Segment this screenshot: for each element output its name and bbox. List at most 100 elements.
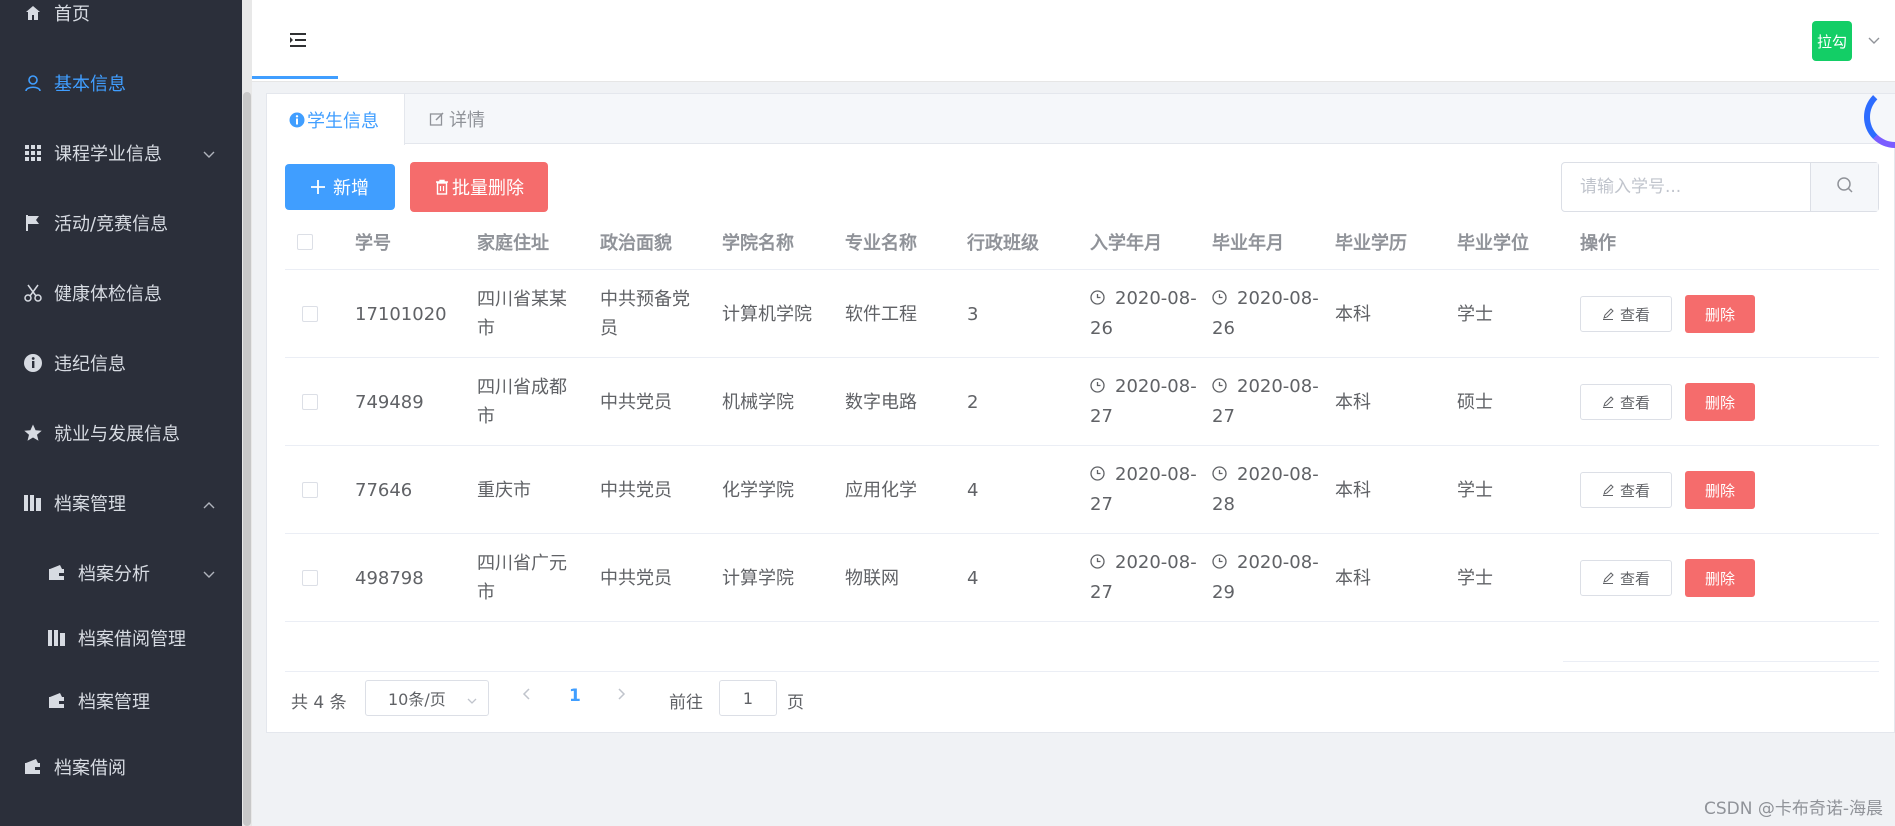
cell-student-id: 749489: [355, 391, 424, 413]
sidebar-item-label: 档案借阅: [54, 758, 126, 779]
menu-toggle-button[interactable]: [276, 28, 320, 56]
next-page-button[interactable]: [615, 686, 627, 707]
delete-button[interactable]: 删除: [1685, 383, 1755, 421]
sidebar-item-home[interactable]: 首页: [0, 0, 242, 38]
cell-enroll-date: 2020-08-27: [1090, 358, 1200, 446]
cell-major: 数字电路: [845, 391, 917, 413]
sidebar-item-discipline[interactable]: 违纪信息: [0, 338, 242, 388]
column-header[interactable]: 学号: [355, 214, 391, 270]
avatar[interactable]: 拉勾: [1812, 21, 1852, 61]
sidebar-item-archive-manage-sub[interactable]: 档案管理: [0, 676, 242, 726]
cell-student-id: 17101020: [355, 303, 447, 325]
select-all-checkbox[interactable]: [297, 234, 313, 250]
sidebar-item-health[interactable]: 健康体检信息: [0, 268, 242, 318]
sidebar-item-label: 档案分析: [78, 564, 150, 585]
cell-student-id: 498798: [355, 567, 424, 589]
edit-icon: [1602, 396, 1614, 408]
cell-graduate-date: 2020-08-29: [1212, 534, 1322, 622]
column-header[interactable]: 家庭住址: [477, 214, 549, 270]
delete-button[interactable]: 删除: [1685, 471, 1755, 509]
sidebar-scrollbar[interactable]: [242, 0, 252, 826]
clock-icon: [1090, 285, 1105, 314]
cell-major: 应用化学: [845, 479, 917, 501]
column-header[interactable]: 毕业学位: [1457, 214, 1529, 270]
date-text: 2020-08-29: [1212, 552, 1319, 603]
chevron-down-icon[interactable]: [1867, 31, 1881, 50]
view-button-label: 查看: [1619, 481, 1650, 500]
row-checkbox[interactable]: [302, 306, 318, 322]
row-checkbox[interactable]: [302, 394, 318, 410]
cell-education: 本科: [1335, 479, 1371, 501]
add-button[interactable]: 新增: [285, 164, 395, 210]
grid-icon: [22, 142, 44, 164]
chevron-down-icon: [202, 564, 216, 585]
cell-enroll-date: 2020-08-27: [1090, 446, 1200, 534]
sidebar-item-archive-borrow-manage[interactable]: 档案借阅管理: [0, 613, 242, 663]
table-row: 498798 四川省广元市 中共党员 计算学院 物联网 4 2020-08-27…: [285, 534, 1879, 622]
sidebar-item-archive-borrow[interactable]: 档案借阅: [0, 742, 242, 792]
tab-label: 学生信息: [307, 110, 379, 132]
view-button[interactable]: 查看: [1580, 296, 1672, 332]
delete-button[interactable]: 删除: [1685, 295, 1755, 333]
scrollbar-thumb[interactable]: [243, 92, 251, 826]
column-header[interactable]: 毕业学历: [1335, 214, 1407, 270]
cell-degree: 硕士: [1457, 391, 1493, 413]
tab-label: 详情: [449, 110, 485, 131]
cell-degree: 学士: [1457, 479, 1493, 501]
archive-icon: [22, 492, 44, 514]
info-icon: [22, 352, 44, 374]
cell-major: 物联网: [845, 567, 899, 589]
chevron-up-icon: [202, 494, 216, 515]
view-button[interactable]: 查看: [1580, 472, 1672, 508]
sidebar-item-course[interactable]: 课程学业信息: [0, 128, 242, 178]
cell-class: 4: [967, 479, 979, 501]
clock-icon: [1090, 549, 1105, 578]
column-header[interactable]: 政治面貌: [600, 214, 672, 270]
row-checkbox[interactable]: [302, 482, 318, 498]
search-button[interactable]: [1810, 163, 1878, 211]
sidebar-item-employment[interactable]: 就业与发展信息: [0, 408, 242, 458]
date-text: 2020-08-28: [1212, 464, 1319, 515]
page-number-current[interactable]: 1: [569, 686, 581, 706]
cell-graduate-date: 2020-08-27: [1212, 358, 1322, 446]
goto-page-input[interactable]: 1: [719, 680, 777, 716]
view-button[interactable]: 查看: [1580, 560, 1672, 596]
cell-college: 计算机学院: [722, 303, 812, 325]
sidebar-item-label: 档案借阅管理: [78, 629, 186, 650]
tab-student-info[interactable]: 学生信息: [267, 94, 405, 145]
prev-page-button[interactable]: [521, 686, 533, 707]
sidebar-item-archive-analysis[interactable]: 档案分析: [0, 548, 242, 598]
delete-button[interactable]: 删除: [1685, 559, 1755, 597]
chevron-down-icon: [466, 691, 478, 710]
tab-detail[interactable]: 详情: [407, 94, 507, 144]
select-all-checkbox-cell: [297, 214, 313, 270]
cell-class: 4: [967, 567, 979, 589]
column-header[interactable]: 学院名称: [722, 214, 794, 270]
date-text: 2020-08-27: [1090, 376, 1197, 427]
cell-education: 本科: [1335, 303, 1371, 325]
archive-icon: [46, 627, 68, 649]
sidebar-item-label: 基本信息: [54, 74, 126, 95]
column-header[interactable]: 行政班级: [967, 214, 1039, 270]
page-size-value: 10条/页: [388, 690, 446, 709]
search-input[interactable]: [1562, 163, 1810, 211]
sidebar-item-archive-manage[interactable]: 档案管理: [0, 478, 242, 528]
column-header: 操作: [1580, 233, 1616, 254]
search-icon: [1836, 176, 1854, 198]
sidebar-item-activity[interactable]: 活动/竞赛信息: [0, 198, 242, 248]
page-size-select[interactable]: 10条/页: [365, 680, 489, 716]
column-header[interactable]: 入学年月: [1090, 214, 1162, 270]
batch-delete-button[interactable]: 批量删除: [410, 162, 548, 212]
pagination-total: 共 4 条: [291, 693, 347, 713]
column-header[interactable]: 专业名称: [845, 214, 917, 270]
cell-major: 软件工程: [845, 303, 917, 325]
view-button[interactable]: 查看: [1580, 384, 1672, 420]
page-suffix: 页: [787, 693, 804, 713]
column-header[interactable]: 毕业年月: [1212, 214, 1284, 270]
table-row: 17101020 四川省某某市 中共预备党员 计算机学院 软件工程 3 2020…: [285, 270, 1879, 358]
trash-icon: [434, 179, 450, 195]
row-checkbox[interactable]: [302, 570, 318, 586]
sidebar-item-label: 课程学业信息: [54, 144, 162, 165]
sidebar-item-basic-info[interactable]: 基本信息: [0, 58, 242, 108]
edit-icon: [1602, 308, 1614, 320]
